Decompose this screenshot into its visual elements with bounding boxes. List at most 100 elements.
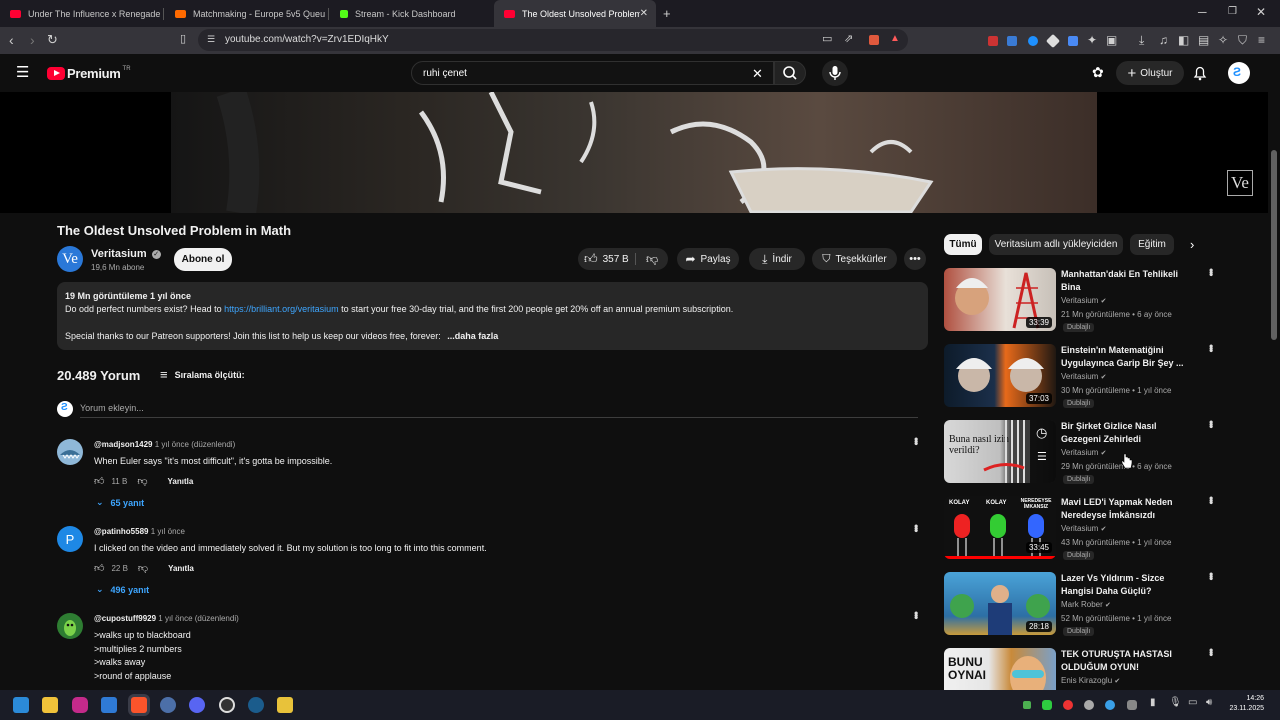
tray-icon[interactable] xyxy=(1127,700,1137,710)
recommended-menu-icon[interactable]: ••• xyxy=(1204,344,1218,351)
brave-shields-icon[interactable] xyxy=(869,35,879,45)
recommended-channel[interactable]: Mark Rober ✔ xyxy=(1061,600,1111,609)
clear-search-icon[interactable]: ✕ xyxy=(752,67,763,80)
recommended-title[interactable]: Manhattan'daki En Tehlikeli Bina xyxy=(1061,268,1186,294)
bookmark-icon[interactable]: ▯ xyxy=(180,34,186,45)
add-comment-input[interactable]: Yorum ekleyin... xyxy=(80,403,918,418)
minimize-icon[interactable]: ─ xyxy=(1198,6,1207,18)
comment-dislike-icon[interactable]: 👎︎ xyxy=(138,562,148,574)
recommended-channel[interactable]: Veritasium ✔ xyxy=(1061,372,1106,381)
clock[interactable]: 14:26 23.11.2025 xyxy=(1220,690,1280,720)
share-icon[interactable]: ⇗ xyxy=(844,34,853,45)
share-button[interactable]: ➦ Paylaş xyxy=(677,248,739,270)
browser-tab[interactable]: Matchmaking - Europe 5v5 Queue - F xyxy=(165,0,325,27)
extension-icon[interactable] xyxy=(1007,36,1017,46)
close-tab-icon[interactable]: ✕ xyxy=(640,8,648,19)
telegram-tray-icon[interactable] xyxy=(1105,700,1115,710)
recommended-title[interactable]: TEK OTURUŞTA HASTASI OLDUĞUM OYUN! xyxy=(1061,648,1186,674)
comment-time[interactable]: 1 yıl önce (düzenlendi) xyxy=(155,440,236,449)
address-bar[interactable]: ☰ youtube.com/watch?v=Zrv1EDIqHkY ▭ ⇗ ▲ xyxy=(198,29,908,51)
recommended-menu-icon[interactable]: ••• xyxy=(1204,648,1218,655)
brave-browser-icon[interactable] xyxy=(131,697,147,713)
subscribe-button[interactable]: Abone ol xyxy=(174,248,232,271)
leo-ai-icon[interactable]: ✧ xyxy=(1218,34,1228,46)
browser-tab-active[interactable]: The Oldest Unsolved Problem in ✕ xyxy=(494,0,656,27)
brilliant-link[interactable]: https://brilliant.org/veritasium xyxy=(224,304,339,314)
forward-icon[interactable]: › xyxy=(30,33,35,47)
brave-rewards-icon[interactable]: ▲ xyxy=(890,34,900,44)
tray-icon[interactable] xyxy=(1063,700,1073,710)
comment-time[interactable]: 1 yıl önce (düzenlendi) xyxy=(158,614,239,623)
cast-icon[interactable]: ▭ xyxy=(822,34,832,45)
sidebar-icon[interactable]: ◧ xyxy=(1178,34,1189,46)
chip-from-uploader[interactable]: Veritasium adlı yükleyiciden xyxy=(989,234,1123,255)
page-scrollbar[interactable] xyxy=(1268,54,1280,690)
reply-button[interactable]: Yanıtla xyxy=(168,564,194,573)
extension-icon[interactable] xyxy=(988,36,998,46)
channel-avatar[interactable]: Ve xyxy=(57,246,83,272)
notifications-bell-icon[interactable] xyxy=(1191,64,1209,82)
file-explorer-icon[interactable] xyxy=(42,697,58,713)
like-count[interactable]: 357 B xyxy=(603,254,629,265)
more-actions-button[interactable]: ••• xyxy=(904,248,926,270)
comment-menu-icon[interactable]: ••• xyxy=(909,611,923,618)
recommended-menu-icon[interactable]: ••• xyxy=(1204,420,1218,427)
comment-avatar[interactable] xyxy=(57,613,83,639)
comment-author[interactable]: @patinho5589 xyxy=(94,527,148,536)
vpn-shield-icon[interactable]: ⛉ xyxy=(1238,34,1247,46)
recommended-menu-icon[interactable]: ••• xyxy=(1204,268,1218,275)
app-icon[interactable] xyxy=(277,697,293,713)
video-player[interactable]: Ve xyxy=(0,92,1268,213)
window-close-icon[interactable]: ✕ xyxy=(1256,6,1266,18)
video-thumbnail[interactable]: KOLAY KOLAY NEREDEYSE İMKANSIZ 33:45 xyxy=(944,496,1056,559)
app-icon[interactable] xyxy=(101,697,117,713)
wallet-icon[interactable]: ▤ xyxy=(1198,34,1209,46)
recommended-title[interactable]: Einstein'ın Matematiğini Uygulayınca Gar… xyxy=(1061,344,1186,370)
screenshot-icon[interactable]: ▣ xyxy=(1106,34,1117,46)
back-icon[interactable]: ‹ xyxy=(9,33,14,47)
reload-icon[interactable]: ↻ xyxy=(47,33,58,46)
thanks-button[interactable]: ⛉ Teşekkürler xyxy=(812,248,897,270)
volume-icon[interactable]: 🔊︎ xyxy=(1206,698,1212,708)
media-icon[interactable]: ♫ xyxy=(1159,34,1168,46)
battery-icon[interactable]: ▮ xyxy=(1150,698,1156,708)
comment-menu-icon[interactable]: ••• xyxy=(909,524,923,531)
search-input[interactable]: ruhi çenet ✕ xyxy=(411,61,774,85)
video-thumbnail[interactable]: Buna nasıl izin verildi? ◷ ☰ xyxy=(944,420,1056,483)
comment-like-icon[interactable]: 👍︎ xyxy=(94,562,104,574)
channel-name-row[interactable]: Veritasium ✓ xyxy=(91,248,161,260)
comment-like-icon[interactable]: 👍︎ xyxy=(94,475,104,487)
comment-avatar[interactable]: P xyxy=(57,526,83,552)
create-button[interactable]: + Oluştur xyxy=(1116,61,1184,85)
extensions-puzzle-icon[interactable]: ✦ xyxy=(1087,34,1097,46)
network-icon[interactable]: ▭ xyxy=(1188,698,1197,708)
show-more-link[interactable]: ...daha fazla xyxy=(447,331,498,341)
recommended-title[interactable]: Lazer Vs Yıldırım - Sizce Hangisi Daha G… xyxy=(1061,572,1186,598)
browser-tab[interactable]: Under The Influence x Renegade xyxy=(0,0,160,27)
comment-menu-icon[interactable]: ••• xyxy=(909,437,923,444)
cast-feedback-icon[interactable]: ✿ xyxy=(1092,65,1104,79)
comment-dislike-icon[interactable]: 👎︎ xyxy=(137,475,147,487)
hamburger-menu-icon[interactable]: ☰ xyxy=(16,65,29,80)
comment-author[interactable]: @madjson1429 xyxy=(94,440,153,449)
view-replies-button[interactable]: ⌄ 65 yanıt xyxy=(96,497,144,508)
extension-icon[interactable] xyxy=(1028,36,1038,46)
steam-icon[interactable] xyxy=(248,697,264,713)
microphone-tray-icon[interactable]: 🎙︎ xyxy=(1169,698,1182,708)
menu-icon[interactable]: ≡ xyxy=(1258,34,1265,46)
youtube-premium-logo[interactable]: Premium TR xyxy=(47,66,131,81)
watch-later-overlay[interactable]: ◷ ☰ xyxy=(1030,420,1056,483)
voice-search-button[interactable] xyxy=(822,60,848,86)
translate-icon[interactable] xyxy=(1068,36,1078,46)
downloads-icon[interactable]: ⤓ xyxy=(1139,34,1144,46)
download-button[interactable]: ⤓ İndir xyxy=(749,248,805,270)
video-thumbnail[interactable]: 28:18 xyxy=(944,572,1056,635)
like-icon[interactable]: 👍︎ xyxy=(584,251,598,267)
description-box[interactable]: 19 Mn görüntüleme 1 yıl önce Do odd perf… xyxy=(57,282,928,350)
recommended-title[interactable]: Mavi LED'i Yapmak Neden Neredeyse İmkâns… xyxy=(1061,496,1186,522)
user-avatar[interactable]: Ƨ xyxy=(1228,62,1250,84)
scrollbar-thumb[interactable] xyxy=(1271,150,1277,340)
chip-all[interactable]: Tümü xyxy=(944,234,982,255)
recommended-menu-icon[interactable]: ••• xyxy=(1204,496,1218,503)
chevron-right-icon[interactable]: › xyxy=(1190,237,1194,252)
